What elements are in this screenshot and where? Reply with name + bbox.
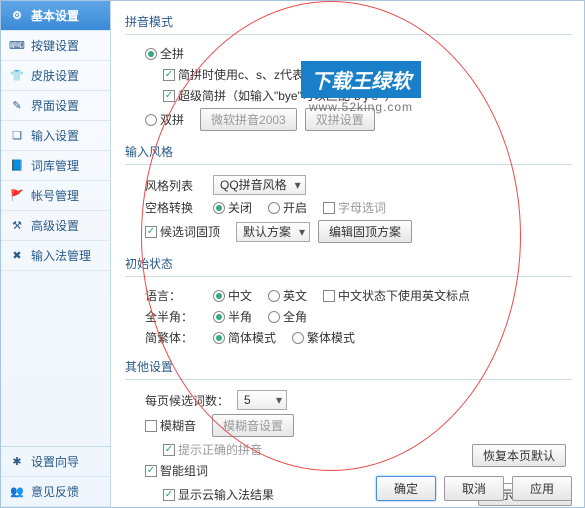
radio-space-close[interactable]: 关闭 bbox=[213, 199, 252, 216]
main-panel: 下载王绿软 www.52king.com 拼音模式 全拼 简拼时使用c、s、z代… bbox=[111, 1, 584, 507]
apply-button[interactable]: 应用 bbox=[512, 476, 572, 501]
radio-half[interactable]: 半角 bbox=[213, 308, 252, 325]
sidebar-item-ime[interactable]: ✖ 输入法管理 bbox=[1, 241, 110, 271]
select-fix-scheme[interactable]: 默认方案 bbox=[236, 222, 310, 242]
check-smart[interactable]: 智能组词 bbox=[145, 462, 208, 479]
window-icon: ❏ bbox=[9, 128, 25, 144]
radio-simp[interactable]: 简体模式 bbox=[213, 329, 276, 346]
shirt-icon: 👕 bbox=[9, 68, 25, 84]
select-per-page[interactable]: 5 bbox=[237, 390, 287, 410]
radio-trad[interactable]: 繁体模式 bbox=[292, 329, 355, 346]
select-style[interactable]: QQ拼音风格 bbox=[213, 175, 306, 195]
shuangpin-settings-button[interactable]: 双拼设置 bbox=[305, 108, 375, 131]
flag-icon: 🚩 bbox=[9, 188, 25, 204]
radio-space-open[interactable]: 开启 bbox=[268, 199, 307, 216]
sidebar-item-label: 帐号管理 bbox=[31, 187, 79, 204]
sidebar-item-wizard[interactable]: ✱ 设置向导 bbox=[1, 447, 110, 477]
sidebar-item-advanced[interactable]: ⚒ 高级设置 bbox=[1, 211, 110, 241]
sidebar-item-label: 输入法管理 bbox=[31, 247, 91, 264]
sidebar-item-input[interactable]: ❏ 输入设置 bbox=[1, 121, 110, 151]
pencil-icon: ✎ bbox=[9, 98, 25, 114]
sidebar-item-label: 按键设置 bbox=[31, 37, 79, 54]
gear-icon: ⚙ bbox=[9, 8, 25, 24]
edit-fix-button[interactable]: 编辑固顶方案 bbox=[318, 220, 412, 243]
label-lang: 语言： bbox=[145, 287, 205, 304]
fuzzy-settings-button[interactable]: 模糊音设置 bbox=[212, 414, 294, 437]
sidebar-item-label: 皮肤设置 bbox=[31, 67, 79, 84]
check-letter[interactable]: 字母选词 bbox=[323, 199, 386, 216]
check-chaoji[interactable]: 超级简拼（如输入"bye"可以匹配"b'y'e'"） bbox=[163, 87, 397, 104]
tools-icon: ⚒ bbox=[9, 218, 25, 234]
sidebar-item-label: 基本设置 bbox=[31, 7, 79, 24]
radio-full[interactable]: 全角 bbox=[268, 308, 307, 325]
people-icon: 👥 bbox=[9, 484, 25, 500]
check-fuzzy[interactable]: 模糊音 bbox=[145, 417, 196, 434]
keyboard-icon: ⌨ bbox=[9, 38, 25, 54]
label-style-list: 风格列表 bbox=[145, 177, 205, 194]
sidebar-item-dict[interactable]: 📘 词库管理 bbox=[1, 151, 110, 181]
sparkle-icon: ✱ bbox=[9, 454, 25, 470]
radio-quanpin[interactable]: 全拼 bbox=[145, 45, 184, 62]
sidebar-item-label: 意见反馈 bbox=[31, 483, 79, 500]
label-space: 空格转换 bbox=[145, 199, 205, 216]
sidebar: ⚙ 基本设置 ⌨ 按键设置 👕 皮肤设置 ✎ 界面设置 ❏ 输入设置 📘 词库管理 🚩 帐号管… bbox=[1, 1, 111, 507]
sidebar-item-keys[interactable]: ⌨ 按键设置 bbox=[1, 31, 110, 61]
sidebar-item-label: 高级设置 bbox=[31, 217, 79, 234]
close-icon: ✖ bbox=[9, 248, 25, 264]
footer-buttons: 确定 取消 应用 bbox=[376, 476, 572, 501]
check-jianpin[interactable]: 简拼时使用c、s、z代表ch、sh、zh bbox=[163, 66, 366, 83]
check-hint[interactable]: 提示正确的拼音 bbox=[163, 441, 262, 458]
label-trad: 简繁体： bbox=[145, 329, 205, 346]
section-title-style: 输入风格 bbox=[125, 143, 572, 160]
radio-lang-en[interactable]: 英文 bbox=[268, 287, 307, 304]
sidebar-item-ui[interactable]: ✎ 界面设置 bbox=[1, 91, 110, 121]
sidebar-item-skin[interactable]: 👕 皮肤设置 bbox=[1, 61, 110, 91]
section-title-init: 初始状态 bbox=[125, 255, 572, 272]
book-icon: 📘 bbox=[9, 158, 25, 174]
cancel-button[interactable]: 取消 bbox=[444, 476, 504, 501]
radio-shuangpin[interactable]: 双拼 bbox=[145, 111, 184, 128]
check-fix-top[interactable]: 候选词固顶 bbox=[145, 223, 220, 240]
section-title-pinyin: 拼音模式 bbox=[125, 13, 572, 30]
label-per-page: 每页候选词数： bbox=[145, 392, 229, 409]
sidebar-item-label: 界面设置 bbox=[31, 97, 79, 114]
radio-lang-zh[interactable]: 中文 bbox=[213, 287, 252, 304]
check-cloud[interactable]: 显示云输入法结果 bbox=[163, 486, 274, 503]
sidebar-item-label: 输入设置 bbox=[31, 127, 79, 144]
sidebar-item-account[interactable]: 🚩 帐号管理 bbox=[1, 181, 110, 211]
restore-defaults-button[interactable]: 恢复本页默认 bbox=[472, 444, 566, 467]
label-width: 全半角： bbox=[145, 308, 205, 325]
sidebar-item-basic[interactable]: ⚙ 基本设置 bbox=[1, 1, 110, 31]
ok-button[interactable]: 确定 bbox=[376, 476, 436, 501]
shuangpin-scheme-button[interactable]: 微软拼音2003 bbox=[200, 108, 297, 131]
sidebar-item-label: 设置向导 bbox=[31, 453, 79, 470]
sidebar-item-label: 词库管理 bbox=[31, 157, 79, 174]
section-title-other: 其他设置 bbox=[125, 358, 572, 375]
check-en-punct[interactable]: 中文状态下使用英文标点 bbox=[323, 287, 470, 304]
sidebar-item-feedback[interactable]: 👥 意见反馈 bbox=[1, 477, 110, 507]
